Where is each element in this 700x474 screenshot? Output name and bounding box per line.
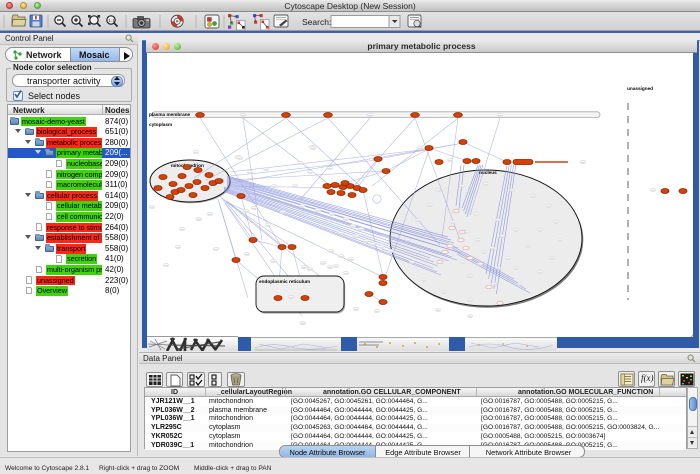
svg-text:unassigned: unassigned: [627, 86, 653, 91]
svg-text:Search:: Search:: [302, 17, 331, 27]
svg-text:1:1: 1:1: [108, 18, 115, 24]
svg-text:endoplasmic reticulum: endoplasmic reticulum: [259, 279, 310, 284]
svg-text:plasma membrane: plasma membrane: [149, 112, 191, 117]
svg-text:cytoplasm: cytoplasm: [149, 122, 172, 127]
svg-text:nucleus: nucleus: [479, 170, 497, 175]
